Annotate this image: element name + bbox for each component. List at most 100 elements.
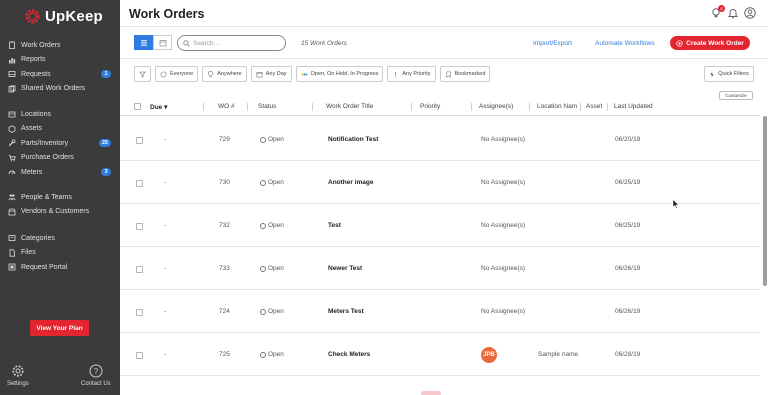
gear-icon	[12, 365, 24, 377]
inbox-icon	[8, 70, 16, 78]
bell-button[interactable]	[727, 7, 739, 19]
filter-any-day[interactable]: Any Day	[250, 66, 292, 82]
status-cell: Open	[260, 222, 284, 229]
sidebar-item-categories[interactable]: Categories	[0, 231, 120, 246]
table-row[interactable]: - 732 Open Test No Assignee(s) 06/25/19	[120, 204, 760, 247]
last-updated-cell: 06/25/19	[615, 179, 641, 186]
filter-anywhere-label: Anywhere	[217, 71, 242, 77]
status-cell: Open	[260, 179, 284, 186]
select-all-checkbox[interactable]	[134, 103, 141, 110]
import-export-link[interactable]: Import/Export	[533, 40, 572, 47]
sidebar-item-purchase-orders[interactable]: Purchase Orders	[0, 151, 120, 166]
row-checkbox[interactable]	[136, 309, 143, 316]
location-pin-icon	[208, 70, 214, 78]
sidebar-item-vendors-customers[interactable]: Vendors & Customers	[0, 205, 120, 220]
create-work-order-label: Create Work Order	[686, 39, 744, 47]
column-header-due-label: Due	[150, 104, 163, 111]
sidebar-item-label: Vendors & Customers	[21, 208, 90, 216]
sidebar-item-request-portal[interactable]: Request Portal	[0, 260, 120, 275]
people-icon	[8, 193, 16, 201]
filter-everyone[interactable]: Everyone	[155, 66, 199, 82]
filter-funnel-button[interactable]	[134, 66, 151, 82]
column-header-priority[interactable]: Priority	[420, 103, 440, 110]
row-checkbox[interactable]	[136, 223, 143, 230]
column-header-wo[interactable]: WO #	[218, 103, 235, 110]
column-header-status[interactable]: Status	[258, 103, 276, 110]
settings-label: Settings	[7, 381, 29, 387]
row-checkbox[interactable]	[136, 180, 143, 187]
sidebar-item-label: Assets	[21, 125, 43, 133]
status-open-icon	[260, 136, 266, 143]
sidebar-item-label: Request Portal	[21, 263, 68, 271]
column-separator	[529, 103, 530, 111]
sidebar-item-requests[interactable]: Requests 1	[0, 67, 120, 82]
title-cell: Meters Test	[328, 308, 364, 315]
user-menu-button[interactable]	[744, 7, 756, 19]
row-checkbox[interactable]	[136, 352, 143, 359]
filter-priority[interactable]: Any Priority	[387, 66, 436, 82]
sidebar-item-label: Reports	[21, 56, 46, 64]
sidebar-item-label: Work Orders	[21, 41, 61, 49]
table-row[interactable]: - 729 Open Notification Test No Assignee…	[120, 118, 760, 161]
search-input[interactable]: Search...	[177, 35, 286, 51]
sidebar-item-label: Shared Work Orders	[21, 85, 86, 93]
table-row[interactable]: - 733 Open Newer Test No Assignee(s) 06/…	[120, 247, 760, 290]
header-icons: 4	[710, 5, 756, 19]
quick-filters-button[interactable]: Quick Filters	[704, 66, 754, 82]
filter-bookmarked-label: Bookmarked	[454, 71, 486, 77]
column-header-assignees[interactable]: Assignee(s)	[479, 103, 513, 110]
assignee-avatar[interactable]: JPB	[481, 347, 497, 363]
sidebar-item-meters[interactable]: Meters 3	[0, 165, 120, 180]
column-separator	[607, 103, 608, 111]
sidebar-item-locations[interactable]: Locations	[0, 107, 120, 122]
gauge-icon	[8, 168, 16, 176]
sidebar-item-parts-inventory[interactable]: Parts/Inventory 25	[0, 136, 120, 151]
notifications-button[interactable]: 4	[710, 5, 725, 19]
contact-us-button[interactable]: ? Contact Us	[81, 364, 111, 387]
table-row-partial[interactable]	[120, 376, 760, 395]
column-header-asset[interactable]: Asset	[586, 103, 602, 110]
column-header-last-updated[interactable]: Last Updated	[614, 103, 653, 110]
logo-text: UpKeep	[45, 8, 103, 25]
sidebar-item-assets[interactable]: Assets	[0, 122, 120, 137]
title-cell: Notification Test	[328, 136, 379, 143]
search-placeholder: Search...	[193, 39, 220, 47]
due-cell: -	[164, 222, 167, 229]
due-cell: -	[164, 265, 167, 272]
header-divider	[120, 26, 768, 27]
last-updated-cell: 06/25/19	[615, 222, 641, 229]
table-scrollbar[interactable]	[763, 116, 767, 286]
calendar-view-button[interactable]	[153, 35, 172, 50]
gear-logo-icon	[25, 9, 40, 24]
row-checkbox[interactable]	[136, 137, 143, 144]
table-row[interactable]: - 730 Open Another image No Assignee(s) …	[120, 161, 760, 204]
sidebar-item-shared-work-orders[interactable]: Shared Work Orders	[0, 82, 120, 97]
filter-anywhere[interactable]: Anywhere	[202, 66, 247, 82]
sidebar-item-label: Purchase Orders	[21, 154, 74, 162]
toolbar-divider	[120, 58, 768, 59]
upkeep-logo[interactable]: UpKeep	[24, 8, 103, 25]
view-your-plan-button[interactable]: View Your Plan	[30, 320, 89, 336]
column-header-due[interactable]: Due ▾	[150, 103, 167, 111]
sidebar-item-reports[interactable]: Reports	[0, 53, 120, 68]
create-work-order-button[interactable]: Create Work Order	[670, 36, 750, 50]
settings-button[interactable]: Settings	[7, 364, 29, 387]
table-row[interactable]: - 724 Open Meters Test No Assignee(s) 06…	[120, 290, 760, 333]
sidebar-item-label: People & Teams	[21, 193, 72, 201]
list-view-button[interactable]	[134, 35, 153, 50]
column-header-title[interactable]: Work Order Title	[326, 103, 373, 110]
filter-bookmarked[interactable]: Bookmarked	[439, 66, 491, 82]
filter-status[interactable]: Open, On Hold, In Progress	[295, 66, 384, 82]
automate-workflows-link[interactable]: Automate Workflows	[595, 40, 654, 47]
sidebar-item-people-teams[interactable]: People & Teams	[0, 190, 120, 205]
search-icon	[183, 39, 190, 47]
assignee-cell: No Assignee(s)	[481, 179, 526, 186]
sidebar-item-files[interactable]: Files	[0, 246, 120, 261]
nav-group-people: People & Teams Vendors & Customers	[0, 190, 120, 219]
sidebar-item-work-orders[interactable]: Work Orders	[0, 38, 120, 53]
status-text: Open	[268, 136, 284, 143]
table-row[interactable]: - 725 Open Check Meters JPB Sample name …	[120, 333, 760, 376]
column-header-location[interactable]: Location Nam	[537, 103, 577, 110]
row-checkbox[interactable]	[136, 266, 143, 273]
wrench-icon	[8, 139, 16, 147]
